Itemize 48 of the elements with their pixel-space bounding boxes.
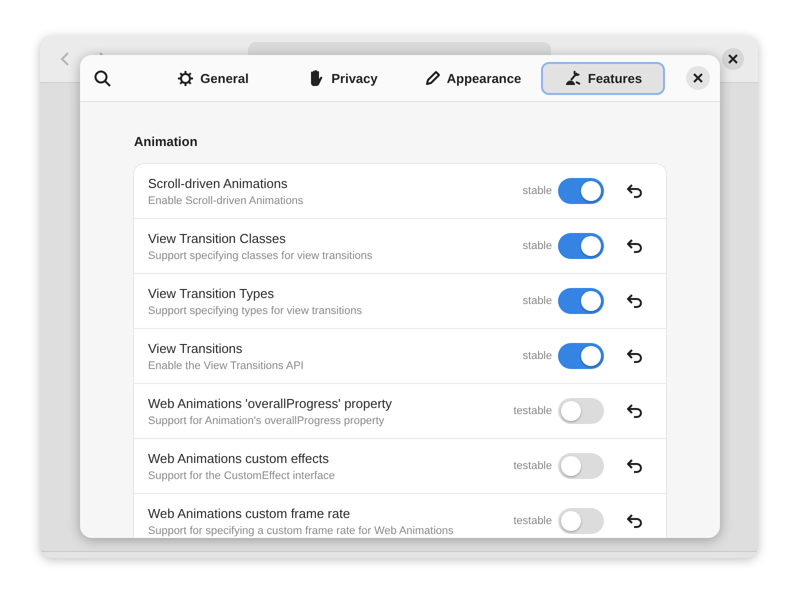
tool-icon bbox=[564, 69, 582, 87]
status-label: testable bbox=[513, 515, 552, 527]
gear-icon bbox=[177, 70, 194, 86]
feature-description: Enable Scroll-driven Animations bbox=[148, 194, 304, 206]
window-close-button[interactable] bbox=[722, 48, 744, 70]
reset-icon[interactable] bbox=[626, 184, 644, 198]
status-label: stable bbox=[522, 295, 552, 307]
close-icon bbox=[693, 73, 703, 83]
close-button[interactable] bbox=[686, 66, 710, 90]
feature-name: View Transition Classes bbox=[148, 230, 287, 246]
toggle-switch[interactable] bbox=[558, 453, 604, 479]
search-icon[interactable] bbox=[94, 70, 111, 86]
feature-description: Support specifying classes for view transitions bbox=[148, 250, 374, 262]
reset-icon[interactable] bbox=[626, 239, 644, 253]
feature-description: Enable the View Transitions API bbox=[148, 360, 305, 372]
feature-name: Web Animations custom frame rate bbox=[148, 506, 352, 520]
toggle-switch[interactable] bbox=[558, 398, 604, 424]
status-label: stable bbox=[522, 240, 552, 252]
toggle-switch[interactable] bbox=[558, 508, 604, 534]
feature-name: Web Animations 'overallProgress' property bbox=[148, 396, 393, 410]
feature-name: View Transitions bbox=[148, 340, 244, 356]
tab[interactable]: General bbox=[151, 62, 275, 94]
reset-icon[interactable] bbox=[626, 294, 644, 308]
toggle-switch[interactable] bbox=[558, 178, 604, 204]
status-label: testable bbox=[513, 460, 552, 472]
close-icon bbox=[728, 54, 738, 64]
reset-icon[interactable] bbox=[626, 514, 644, 528]
feature-description: Support for specifying a custom frame rate for Web Animations bbox=[148, 524, 454, 536]
tab[interactable]: Features bbox=[541, 62, 665, 94]
tab[interactable]: Appearance bbox=[411, 62, 535, 94]
section-title: Animation bbox=[134, 134, 199, 149]
reset-icon[interactable] bbox=[626, 459, 644, 473]
status-label: testable bbox=[513, 405, 552, 417]
toggle-switch[interactable] bbox=[558, 288, 604, 314]
reset-icon[interactable] bbox=[626, 349, 644, 363]
feature-description: Support for Animation's overallProgress property bbox=[148, 414, 386, 426]
toggle-switch[interactable] bbox=[558, 233, 604, 259]
feature-name: View Transition Types bbox=[148, 286, 275, 300]
feature-name: Web Animations custom effects bbox=[148, 450, 330, 466]
tab[interactable]: Privacy bbox=[281, 62, 405, 94]
reset-icon[interactable] bbox=[626, 404, 644, 418]
status-label: stable bbox=[522, 350, 552, 362]
pencil-icon bbox=[424, 70, 441, 86]
status-label: stable bbox=[522, 185, 552, 197]
toggle-switch[interactable] bbox=[558, 343, 604, 369]
feature-description: Support specifying types for view transitions bbox=[148, 304, 363, 316]
feature-name: Scroll-driven Animations bbox=[148, 176, 288, 190]
feature-description: Support for the CustomEffect interface bbox=[148, 470, 336, 482]
